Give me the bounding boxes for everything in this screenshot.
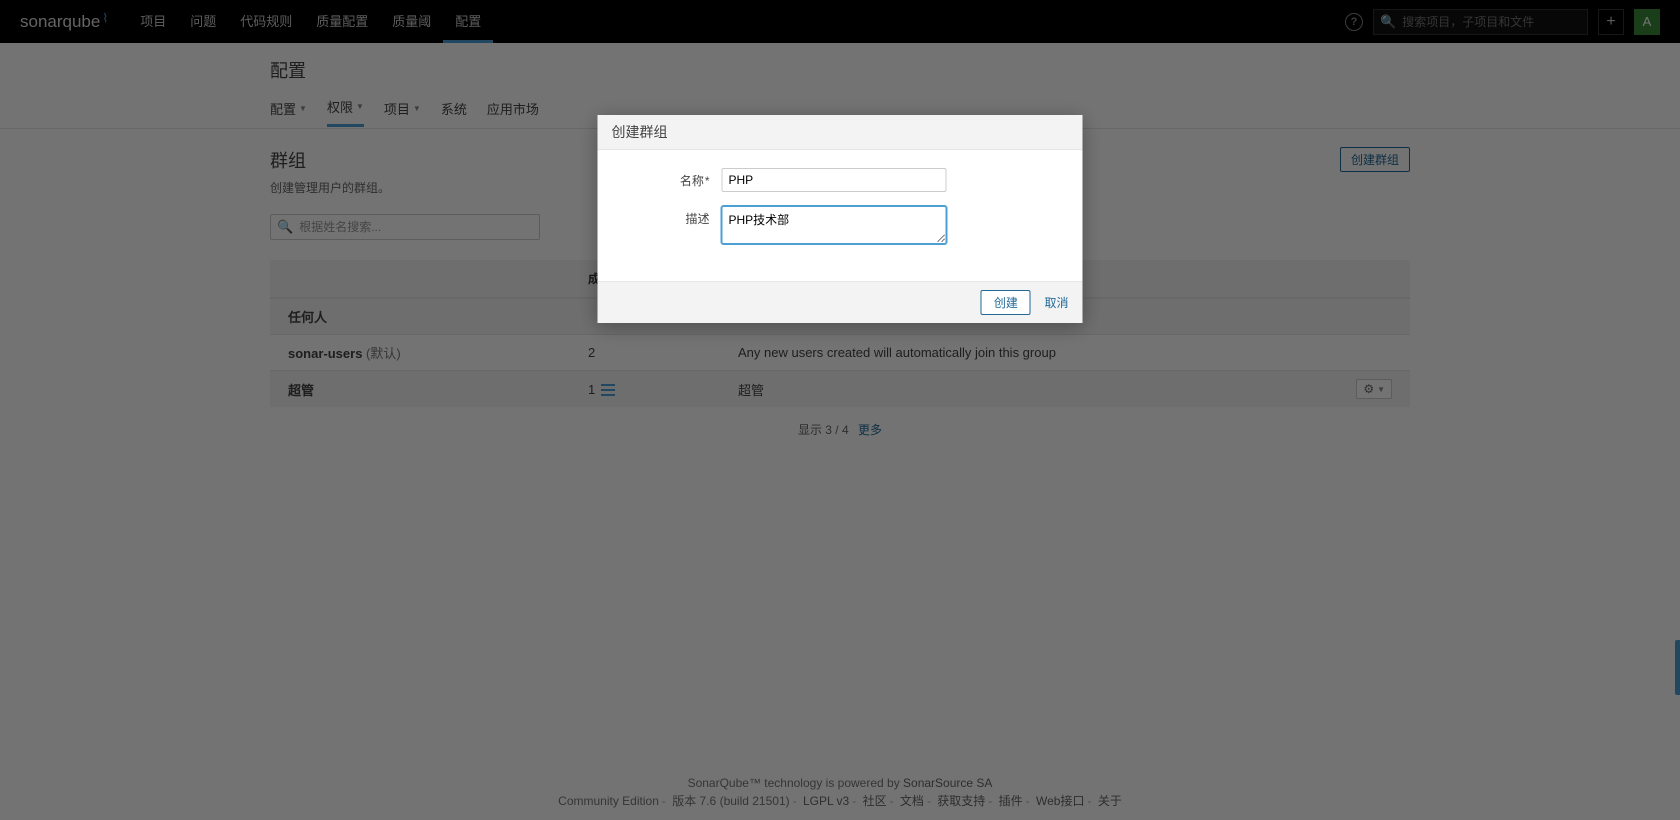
group-name-input[interactable] (722, 168, 947, 192)
modal-submit-button[interactable]: 创建 (981, 290, 1031, 315)
modal-title: 创建群组 (598, 115, 1083, 150)
group-description-textarea[interactable]: PHP技术部 (722, 206, 947, 244)
create-group-modal: 创建群组 名称* 描述 PHP技术部 创建 取消 (598, 115, 1083, 323)
modal-cancel-link[interactable]: 取消 (1044, 296, 1068, 310)
